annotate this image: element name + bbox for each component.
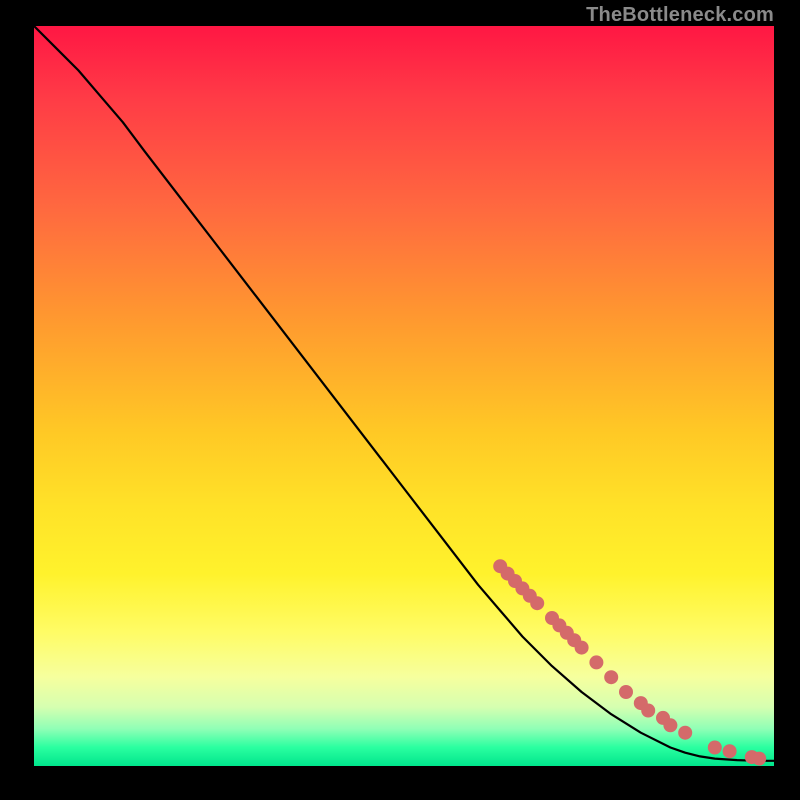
watermark-text: TheBottleneck.com — [586, 4, 774, 27]
data-point — [589, 655, 603, 669]
data-point — [708, 741, 722, 755]
data-point — [678, 726, 692, 740]
data-point — [530, 596, 544, 610]
data-point — [723, 744, 737, 758]
bottleneck-curve — [34, 26, 774, 761]
data-point — [575, 641, 589, 655]
chart-frame: TheBottleneck.com — [0, 0, 800, 800]
data-point — [619, 685, 633, 699]
data-point — [641, 704, 655, 718]
data-point — [604, 670, 618, 684]
chart-svg — [34, 26, 774, 766]
data-point — [752, 752, 766, 766]
data-point — [663, 718, 677, 732]
highlighted-points — [493, 559, 766, 765]
plot-area — [34, 26, 774, 766]
